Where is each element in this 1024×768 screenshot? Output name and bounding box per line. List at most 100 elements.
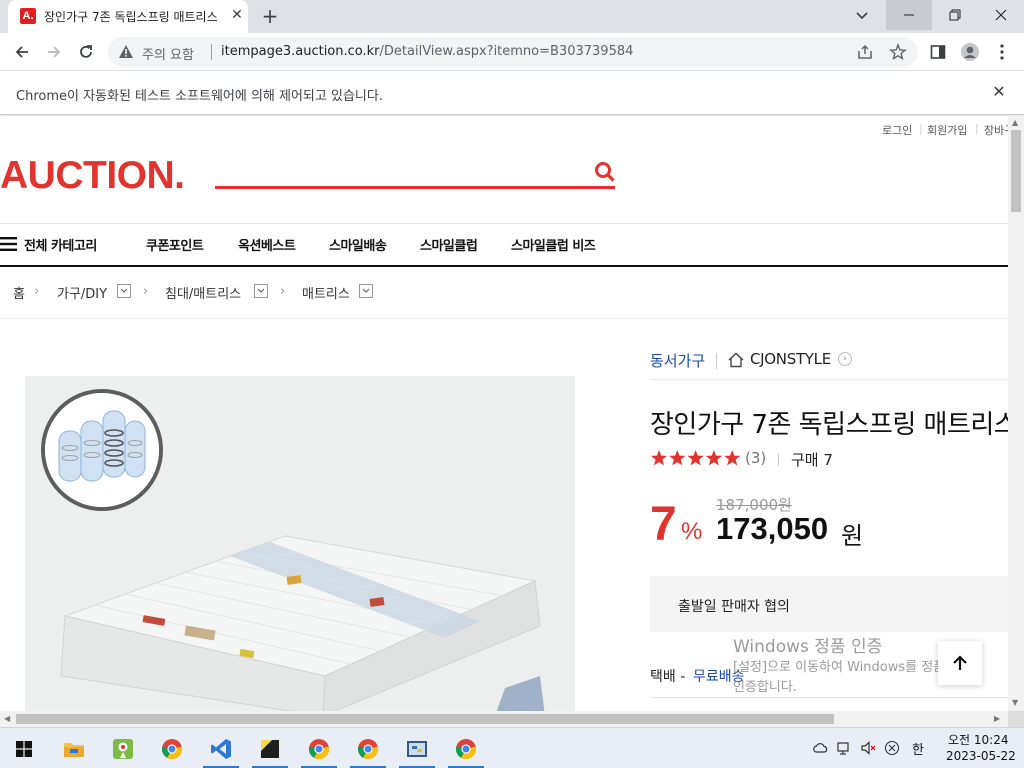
sticky-notes-icon[interactable]	[248, 728, 292, 768]
side-panel-icon[interactable]	[928, 42, 948, 62]
speaker-muted-icon[interactable]	[860, 740, 876, 756]
login-link[interactable]: 로그인	[882, 122, 912, 138]
automation-infobar: Chrome이 자동화된 테스트 소프트웨어에 의해 제어되고 있습니다. ✕	[0, 71, 1024, 115]
horizontal-scrollbar[interactable]: ◀ ▶	[0, 711, 1008, 727]
gnb-coupon-point[interactable]: 쿠폰포인트	[146, 235, 204, 254]
address-bar[interactable]: 주의 요함 itempage3.auction.co.kr/DetailView…	[108, 37, 918, 67]
maps-app-icon[interactable]	[101, 728, 145, 768]
product-image[interactable]	[25, 376, 575, 711]
gnb-smile-club-biz[interactable]: 스마일클럽 비즈	[511, 235, 596, 254]
chrome-icon[interactable]	[346, 728, 390, 768]
cart-link[interactable]: 장바구니	[984, 122, 1008, 138]
review-count[interactable]: (3)	[745, 449, 766, 467]
omnibox-divider	[211, 44, 212, 60]
horizontal-scroll-thumb[interactable]	[16, 714, 834, 724]
auction-logo[interactable]: AUCTION.	[0, 154, 185, 198]
delivery-divider	[650, 697, 1008, 698]
search-icon[interactable]	[594, 161, 616, 183]
seller-divider	[716, 353, 717, 369]
chrome-icon[interactable]	[444, 728, 488, 768]
python-app-icon[interactable]	[395, 728, 439, 768]
infobar-close-icon[interactable]: ✕	[990, 83, 1008, 101]
clock-time[interactable]: 오전 10:24	[948, 731, 1008, 748]
profile-avatar-icon[interactable]	[960, 42, 980, 62]
infobar-message: Chrome이 자동화된 테스트 소프트웨어에 의해 제어되고 있습니다.	[16, 89, 383, 104]
new-tab-button[interactable]: +	[258, 4, 282, 28]
notifications-off-icon[interactable]	[884, 740, 900, 756]
product-title: 장인가구 7존 독립스프링 매트리스	[650, 410, 1008, 440]
clock-date[interactable]: 2023-05-22	[946, 749, 1016, 763]
gnb-bottom-divider	[0, 265, 1008, 267]
all-categories-button[interactable]: 전체 카테고리	[24, 235, 97, 254]
tab-search-chevron-icon[interactable]	[852, 6, 872, 26]
url-text[interactable]: itempage3.auction.co.kr/DetailView.aspx?…	[221, 44, 633, 59]
reload-icon[interactable]	[74, 40, 98, 64]
share-icon[interactable]	[856, 43, 874, 61]
breadcrumb-mattress[interactable]: 매트리스	[302, 283, 350, 302]
window-restore-button[interactable]	[932, 0, 978, 30]
scroll-down-arrow-icon[interactable]: ▼	[1012, 698, 1018, 707]
chevron-down-icon[interactable]	[359, 284, 373, 298]
tab-strip: A. 장인가구 7존 독립스프링 매트리스 ✕ +	[0, 0, 1024, 33]
gnb-auction-best[interactable]: 옥션베스트	[238, 235, 296, 254]
review-divider	[778, 453, 779, 466]
search-input[interactable]	[215, 186, 615, 189]
url-host: itempage3.auction.co.kr	[221, 44, 380, 59]
scroll-left-arrow-icon[interactable]: ◀	[4, 714, 10, 723]
auction-favicon-icon: A.	[20, 8, 36, 24]
file-explorer-icon[interactable]	[52, 728, 96, 768]
gnb-smile-club[interactable]: 스마일클럽	[420, 235, 478, 254]
browser-tab[interactable]: A. 장인가구 7존 독립스프링 매트리스 ✕	[8, 0, 248, 33]
security-label[interactable]: 주의 요함	[142, 44, 194, 63]
seller-name[interactable]: 동서가구	[650, 350, 705, 371]
network-icon[interactable]	[837, 740, 853, 756]
scroll-up-arrow-icon[interactable]: ▲	[1012, 118, 1018, 127]
sale-price: 173,050	[716, 511, 829, 546]
tab-close-icon[interactable]: ✕	[228, 6, 246, 24]
star-icon	[724, 450, 741, 466]
vscode-icon[interactable]	[199, 728, 243, 768]
gnb-smile-delivery[interactable]: 스마일배송	[329, 235, 387, 254]
vertical-scrollbar[interactable]: ▲ ▼	[1008, 116, 1024, 711]
breadcrumb-divider	[0, 318, 1008, 319]
breadcrumb-bed-mattress[interactable]: 침대/매트리스	[165, 283, 241, 302]
screen: A. 장인가구 7존 독립스프링 매트리스 ✕ + 주의 요함 itempage…	[0, 0, 1024, 768]
breadcrumb-home[interactable]: 홈	[13, 283, 25, 302]
sale-price-unit: 원	[841, 522, 864, 550]
windows-activation-watermark: Windows 정품 인증	[733, 637, 883, 657]
store-name[interactable]: CJONSTYLE	[750, 350, 831, 368]
weather-cloud-icon[interactable]	[812, 740, 828, 756]
scroll-to-top-button[interactable]	[938, 641, 982, 685]
window-minimize-button[interactable]	[886, 0, 932, 30]
vertical-scroll-thumb[interactable]	[1011, 130, 1021, 212]
window-close-button[interactable]	[978, 0, 1024, 30]
signup-link[interactable]: 회원가입	[927, 122, 967, 138]
home-icon[interactable]	[727, 351, 745, 369]
back-arrow-icon[interactable]	[10, 40, 34, 64]
warning-triangle-icon[interactable]	[118, 44, 134, 60]
ime-language-indicator[interactable]: 한	[912, 739, 924, 758]
url-path: /DetailView.aspx?itemno=B303739584	[379, 44, 634, 59]
chevron-right-icon: ›	[143, 284, 149, 299]
star-icon	[650, 450, 668, 466]
chrome-icon[interactable]	[297, 728, 341, 768]
menu-kebab-icon[interactable]	[992, 42, 1012, 62]
scrollbar-corner	[1008, 711, 1024, 727]
windows-taskbar: 한 오전 10:24 2023-05-22	[0, 727, 1024, 768]
breadcrumb-furniture[interactable]: 가구/DIY	[57, 283, 107, 302]
chevron-down-icon[interactable]	[254, 284, 268, 298]
bookmark-star-icon[interactable]	[889, 43, 907, 61]
discount-rate: 7	[650, 498, 677, 551]
tab-title: 장인가구 7존 독립스프링 매트리스	[44, 10, 218, 24]
chevron-right-icon[interactable]: ›	[838, 352, 852, 366]
forward-arrow-icon[interactable]	[42, 40, 66, 64]
page-viewport: 로그인 | 회원가입 | 장바구니 AUCTION. 전체 카테고리 쿠폰포인트…	[0, 116, 1008, 711]
util-divider: |	[919, 122, 923, 135]
chrome-icon[interactable]	[150, 728, 194, 768]
windows-start-icon[interactable]	[2, 728, 46, 768]
star-rating[interactable]	[650, 449, 742, 467]
star-icon	[669, 450, 686, 466]
scroll-right-arrow-icon[interactable]: ▶	[994, 714, 1000, 723]
chevron-down-icon[interactable]	[117, 284, 131, 298]
hamburger-menu-icon[interactable]	[0, 236, 17, 251]
